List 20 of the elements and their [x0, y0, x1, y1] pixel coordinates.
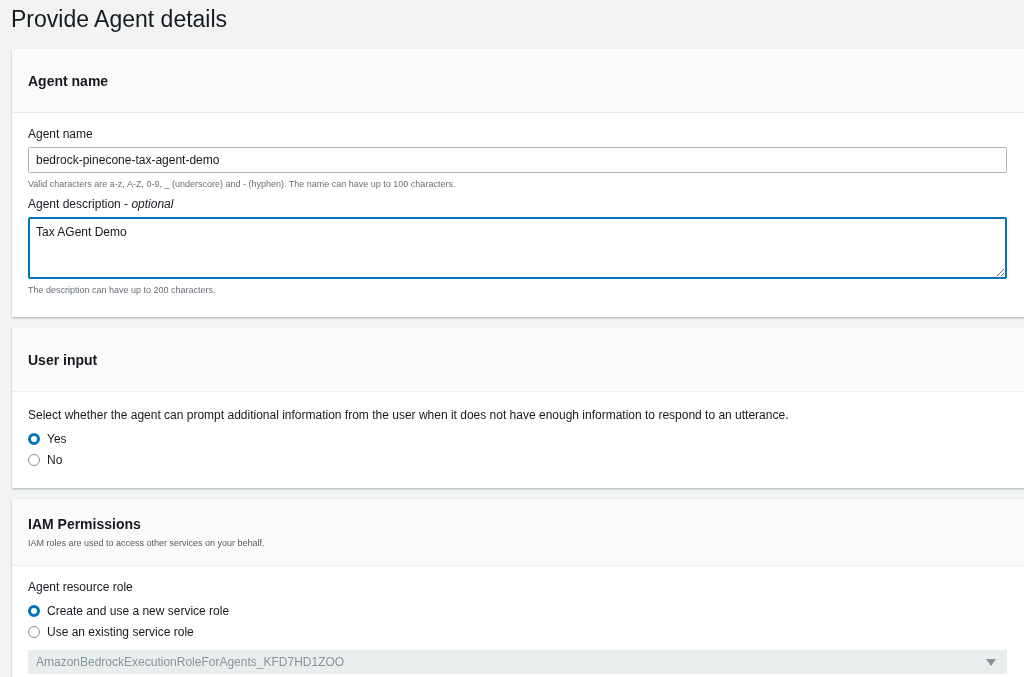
section-title: User input — [28, 351, 99, 368]
radio-button[interactable] — [28, 432, 40, 445]
input-field[interactable]: bedrock-pinecone-tax-agent-demo — [28, 147, 1007, 173]
field-label: Agent resource role — [28, 580, 134, 594]
field-label: Agent description - optional — [28, 197, 175, 211]
section-title: Agent name — [28, 72, 110, 89]
radio-label[interactable]: Yes — [47, 431, 67, 446]
radio-label[interactable]: No — [47, 452, 63, 467]
caret-icon — [986, 658, 996, 666]
field-hint: The description can have up to 200 characters. — [28, 285, 217, 295]
field-label: Agent name — [28, 127, 94, 141]
field-hint: Valid characters are a-z, A-Z, 0-9, _ (underscore) and - (hyphen). The name can have up to 100 characters. — [28, 179, 457, 189]
section-subtitle: IAM roles are used to access other services on your behalf. — [28, 538, 266, 548]
textarea-field[interactable]: Tax AGent Demo — [28, 217, 1007, 279]
radio-label[interactable]: Use an existing service role — [47, 624, 194, 639]
radio-label[interactable]: Create and use a new service role — [47, 603, 230, 618]
radio-button[interactable] — [28, 604, 40, 617]
page-title: Provide Agent details — [11, 5, 229, 34]
section-title: IAM Permissions — [28, 516, 142, 532]
question-text: Select whether the agent can prompt additional information from the user when it does not have enough information to respond to an utterance. — [28, 408, 790, 422]
